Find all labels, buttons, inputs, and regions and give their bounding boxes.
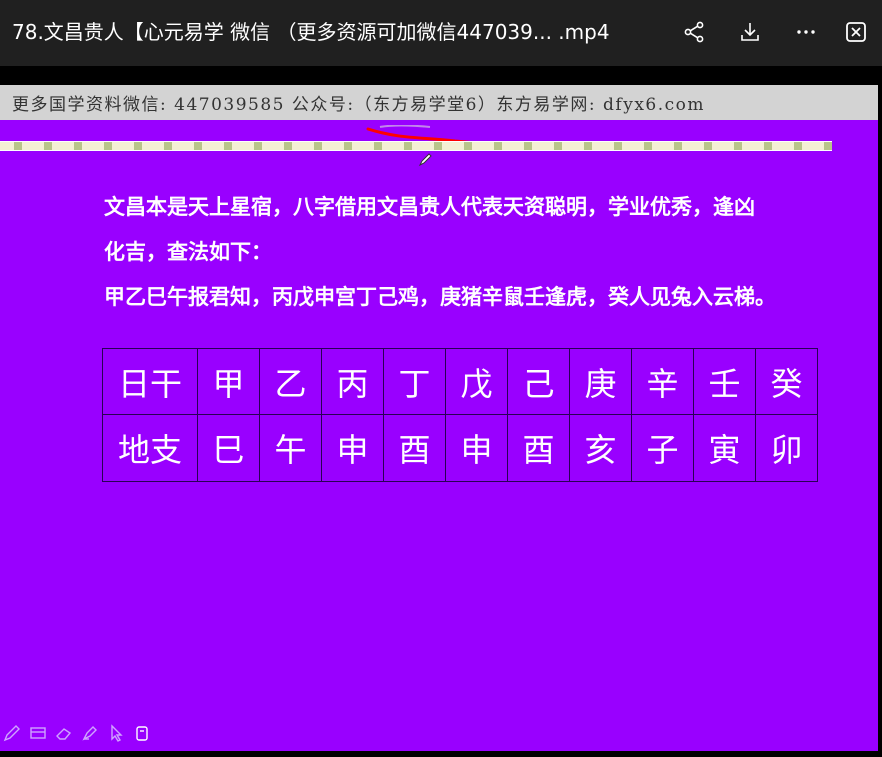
- table-cell: 酉: [507, 414, 570, 482]
- wenchang-lookup-table: 日干 甲 乙 丙 丁 戊 己 庚 辛 壬 癸 地支 巳 午 申 酉 申 酉 亥 …: [102, 348, 818, 482]
- table-cell: 甲: [197, 348, 260, 415]
- video-edge-right: [878, 66, 882, 757]
- table-cell: 地支: [102, 414, 198, 482]
- pen-cursor-icon: [418, 153, 432, 167]
- eraser-tool-button[interactable]: [54, 723, 74, 743]
- clear-icon: [136, 726, 148, 741]
- paragraph-method: 化吉，查法如下：: [104, 239, 272, 264]
- title-bar: 78.文昌贵人【心元易学 微信 （更多资源可加微信447039... .mp4: [0, 0, 882, 66]
- table-cell: 申: [321, 414, 384, 482]
- more-options-button[interactable]: [788, 14, 824, 50]
- watermark-banner: 更多国学资料微信: 447039585 公众号:（东方易学堂6）东方易学网: d…: [0, 85, 878, 120]
- table-cell: 子: [631, 414, 694, 482]
- open-external-button[interactable]: [840, 14, 882, 50]
- table-cell: 亥: [569, 414, 632, 482]
- video-letterbox-top: [0, 66, 882, 85]
- watermark-text: 更多国学资料微信: 447039585 公众号:（东方易学堂6）东方易学网: d…: [12, 95, 706, 115]
- video-edge-bottom: [0, 751, 882, 757]
- pen-tool-button[interactable]: [2, 723, 22, 743]
- table-cell: 午: [259, 414, 322, 482]
- table-cell: 戊: [445, 348, 508, 415]
- download-button[interactable]: [732, 14, 768, 50]
- pen-icon: [3, 725, 20, 742]
- download-icon: [741, 23, 759, 41]
- table-cell: 酉: [383, 414, 446, 482]
- paragraph-intro: 文昌本是天上星宿，八字借用文昌贵人代表天资聪明，学业优秀，逢凶: [104, 194, 755, 219]
- edge-icon: [846, 22, 866, 42]
- more-icon: [797, 30, 815, 34]
- annotation-toolbar: [0, 720, 170, 746]
- video-frame[interactable]: 更多国学资料微信: 447039585 公众号:（东方易学堂6）东方易学网: d…: [0, 85, 878, 751]
- share-button[interactable]: [676, 14, 712, 50]
- table-cell: 丙: [321, 348, 384, 415]
- screen-tool-button[interactable]: [28, 723, 48, 743]
- table-cell: 日干: [102, 348, 198, 415]
- table-cell: 辛: [631, 348, 694, 415]
- screen-icon: [30, 727, 46, 739]
- table-cell: 庚: [569, 348, 632, 415]
- eraser-icon: [56, 728, 72, 740]
- table-cell: 癸: [755, 348, 818, 415]
- pointer-tool-button[interactable]: [106, 723, 126, 743]
- paragraph-verse: 甲乙巳午报君知，丙戊申宫丁己鸡，庚猪辛鼠壬逢虎，癸人见兔入云梯。: [104, 284, 776, 309]
- clear-tool-button[interactable]: [132, 723, 152, 743]
- table-cell: 己: [507, 348, 570, 415]
- table-cell: 壬: [693, 348, 756, 415]
- table-cell: 卯: [755, 414, 818, 482]
- share-icon: [684, 21, 704, 43]
- table-row: 地支 巳 午 申 酉 申 酉 亥 子 寅 卯: [102, 414, 818, 482]
- window-title: 78.文昌贵人【心元易学 微信 （更多资源可加微信447039... .mp4: [12, 20, 610, 44]
- table-cell: 申: [445, 414, 508, 482]
- pointer-icon: [111, 724, 123, 742]
- highlighter-tool-button[interactable]: [80, 723, 100, 743]
- table-row: 日干 甲 乙 丙 丁 戊 己 庚 辛 壬 癸: [102, 348, 818, 415]
- table-cell: 乙: [259, 348, 322, 415]
- table-cell: 巳: [197, 414, 260, 482]
- table-cell: 寅: [693, 414, 756, 482]
- highlighter-icon: [82, 726, 97, 741]
- table-cell: 丁: [383, 348, 446, 415]
- decorative-divider: [0, 141, 832, 151]
